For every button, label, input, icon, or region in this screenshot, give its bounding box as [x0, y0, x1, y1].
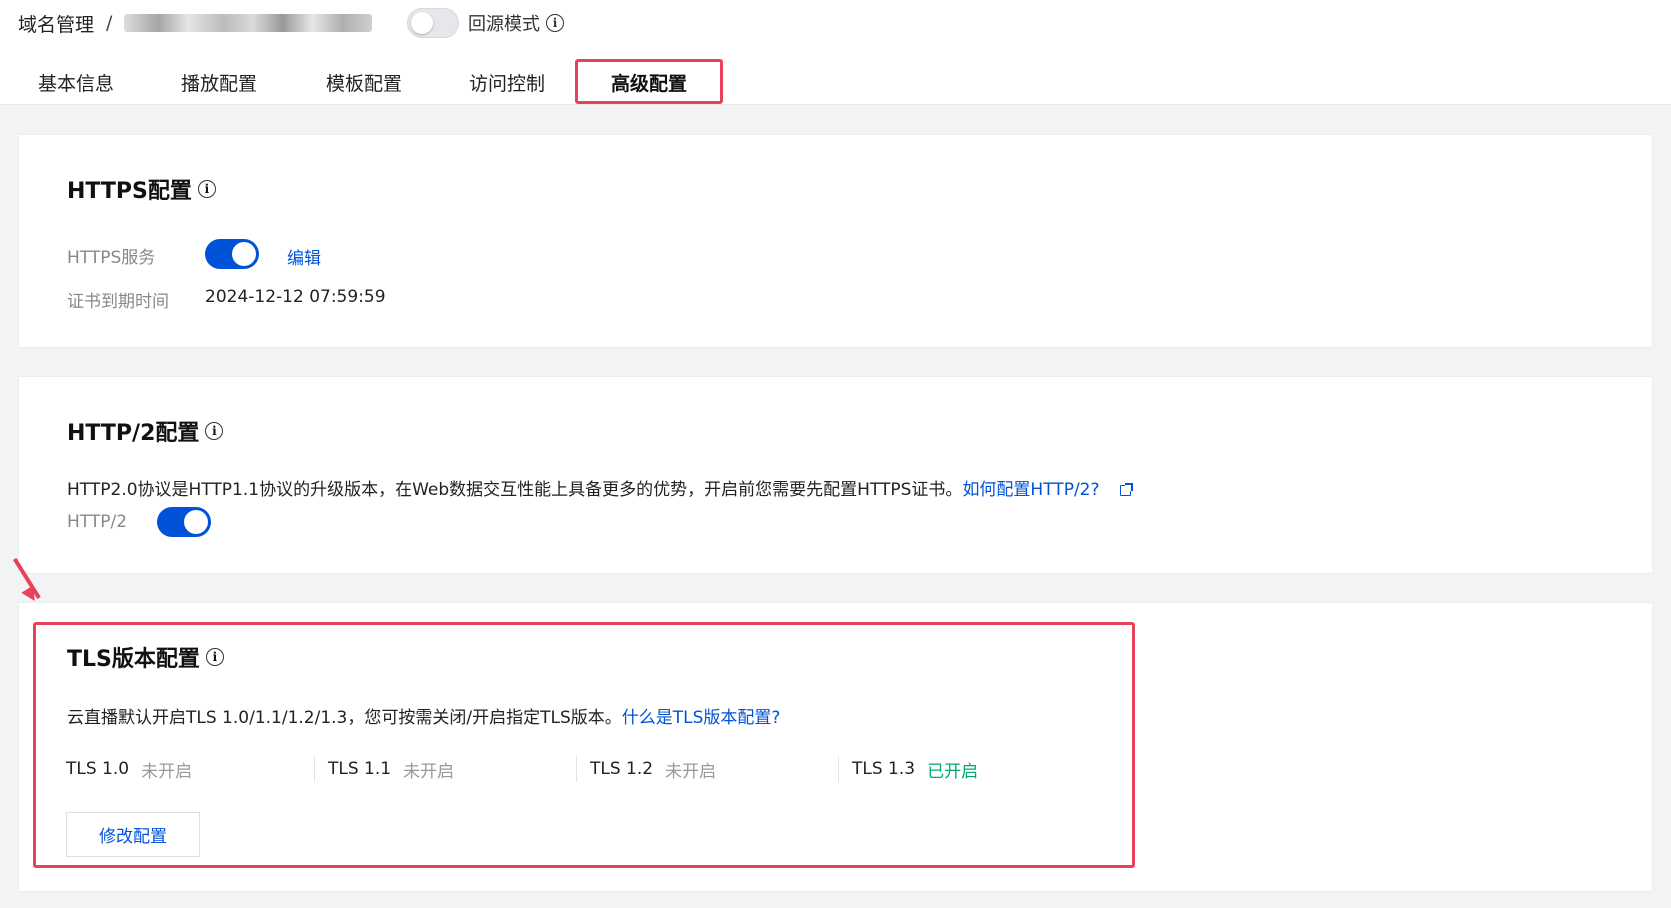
https-service-label: HTTPS服务: [67, 248, 156, 268]
origin-mode-toggle[interactable]: [407, 8, 459, 38]
toggle-knob: [184, 510, 208, 534]
https-config-card: HTTPS配置 i HTTPS服务 编辑 证书到期时间 2024-12-12 0…: [18, 134, 1653, 348]
http2-toggle[interactable]: [157, 507, 211, 537]
http2-config-card: HTTP/2配置 i HTTP2.0协议是HTTP1.1协议的升级版本，在Web…: [18, 376, 1653, 574]
tab-access-control[interactable]: 访问控制: [453, 60, 561, 104]
toggle-knob: [411, 12, 433, 34]
http2-card-title: HTTP/2配置 i: [67, 415, 224, 447]
http2-title-text: HTTP/2配置: [67, 421, 200, 446]
breadcrumb-separator: /: [106, 12, 113, 34]
top-bar: 域名管理 / 回源模式 i 基本信息 播放配置 模板配置 访问控制 高级配置: [0, 0, 1671, 105]
breadcrumb: 域名管理 /: [18, 8, 373, 38]
info-icon[interactable]: i: [546, 14, 564, 32]
http2-description-text: HTTP2.0协议是HTTP1.1协议的升级版本，在Web数据交互性能上具备更多…: [67, 480, 963, 500]
https-title-text: HTTPS配置: [67, 179, 192, 204]
cert-expiry-label: 证书到期时间: [67, 292, 169, 312]
http2-toggle-label: HTTP/2: [67, 512, 128, 532]
info-icon[interactable]: i: [197, 180, 216, 198]
tab-highlight-annotation: [575, 59, 723, 104]
origin-mode-label: 回源模式 i: [468, 8, 564, 38]
tab-template-config[interactable]: 模板配置: [310, 60, 418, 104]
info-icon[interactable]: i: [205, 422, 224, 440]
breadcrumb-domain-redacted: [124, 14, 373, 32]
tab-basic-info[interactable]: 基本信息: [22, 60, 130, 104]
external-link-icon[interactable]: [1119, 482, 1133, 496]
http2-help-link[interactable]: 如何配置HTTP/2?: [962, 480, 1099, 500]
https-edit-link[interactable]: 编辑: [287, 244, 321, 269]
toggle-knob: [232, 242, 256, 266]
tls-highlight-annotation: [33, 622, 1135, 868]
breadcrumb-root[interactable]: 域名管理: [18, 10, 94, 37]
origin-mode-text: 回源模式: [468, 14, 540, 35]
cert-expiry-value: 2024-12-12 07:59:59: [205, 287, 386, 307]
http2-description: HTTP2.0协议是HTTP1.1协议的升级版本，在Web数据交互性能上具备更多…: [67, 475, 1133, 500]
https-service-toggle[interactable]: [205, 239, 259, 269]
https-card-title: HTTPS配置 i: [67, 173, 216, 205]
tab-playback-config[interactable]: 播放配置: [165, 60, 273, 104]
